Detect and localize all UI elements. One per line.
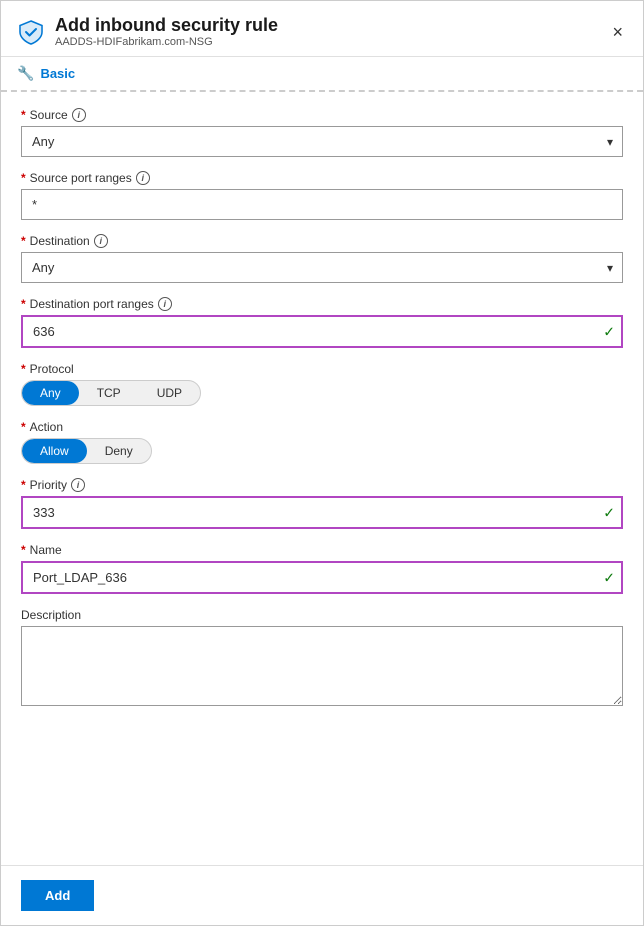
destination-select[interactable]: Any IP Addresses Service Tag Application… bbox=[21, 252, 623, 283]
name-field: * Name ✓ bbox=[21, 543, 623, 594]
description-textarea[interactable] bbox=[21, 626, 623, 706]
source-label: * Source i bbox=[21, 108, 623, 122]
protocol-any-button[interactable]: Any bbox=[22, 381, 79, 405]
source-field: * Source i Any IP Addresses Service Tag … bbox=[21, 108, 623, 157]
source-select[interactable]: Any IP Addresses Service Tag Application… bbox=[21, 126, 623, 157]
priority-info-icon[interactable]: i bbox=[71, 478, 85, 492]
name-check-icon: ✓ bbox=[603, 569, 615, 586]
name-label: * Name bbox=[21, 543, 623, 557]
dialog-header: Add inbound security rule AADDS-HDIFabri… bbox=[1, 1, 643, 57]
priority-check-icon: ✓ bbox=[603, 504, 615, 521]
destination-field: * Destination i Any IP Addresses Service… bbox=[21, 234, 623, 283]
name-input[interactable] bbox=[21, 561, 623, 594]
source-port-ranges-label: * Source port ranges i bbox=[21, 171, 623, 185]
destination-label: * Destination i bbox=[21, 234, 623, 248]
action-deny-button[interactable]: Deny bbox=[87, 439, 151, 463]
dialog-body: * Source i Any IP Addresses Service Tag … bbox=[1, 92, 643, 865]
wrench-icon: 🔧 bbox=[17, 65, 34, 82]
dialog-title: Add inbound security rule bbox=[55, 15, 278, 36]
add-inbound-rule-dialog: Add inbound security rule AADDS-HDIFabri… bbox=[0, 0, 644, 926]
close-button[interactable]: × bbox=[608, 19, 627, 45]
protocol-toggle-group: Any TCP UDP bbox=[21, 380, 201, 406]
destination-port-check-icon: ✓ bbox=[603, 323, 615, 340]
source-port-ranges-input[interactable] bbox=[21, 189, 623, 220]
shield-icon bbox=[17, 18, 45, 46]
protocol-field: * Protocol Any TCP UDP bbox=[21, 362, 623, 406]
protocol-label: * Protocol bbox=[21, 362, 623, 376]
section-tab-label: Basic bbox=[40, 66, 75, 81]
priority-field: * Priority i ✓ bbox=[21, 478, 623, 529]
source-port-ranges-field: * Source port ranges i bbox=[21, 171, 623, 220]
basic-tab[interactable]: 🔧 Basic bbox=[1, 57, 643, 92]
add-button[interactable]: Add bbox=[21, 880, 94, 911]
destination-port-ranges-label: * Destination port ranges i bbox=[21, 297, 623, 311]
action-label: * Action bbox=[21, 420, 623, 434]
source-info-icon[interactable]: i bbox=[72, 108, 86, 122]
protocol-udp-button[interactable]: UDP bbox=[139, 381, 200, 405]
action-toggle-group: Allow Deny bbox=[21, 438, 152, 464]
priority-input[interactable] bbox=[21, 496, 623, 529]
action-allow-button[interactable]: Allow bbox=[22, 439, 87, 463]
description-field: Description bbox=[21, 608, 623, 706]
destination-port-ranges-input[interactable] bbox=[21, 315, 623, 348]
source-port-info-icon[interactable]: i bbox=[136, 171, 150, 185]
description-label: Description bbox=[21, 608, 623, 622]
dialog-footer: Add bbox=[1, 865, 643, 925]
dialog-subtitle: AADDS-HDIFabrikam.com-NSG bbox=[55, 36, 278, 48]
destination-port-info-icon[interactable]: i bbox=[158, 297, 172, 311]
action-field: * Action Allow Deny bbox=[21, 420, 623, 464]
protocol-tcp-button[interactable]: TCP bbox=[79, 381, 139, 405]
priority-label: * Priority i bbox=[21, 478, 623, 492]
destination-info-icon[interactable]: i bbox=[94, 234, 108, 248]
destination-port-ranges-field: * Destination port ranges i ✓ bbox=[21, 297, 623, 348]
